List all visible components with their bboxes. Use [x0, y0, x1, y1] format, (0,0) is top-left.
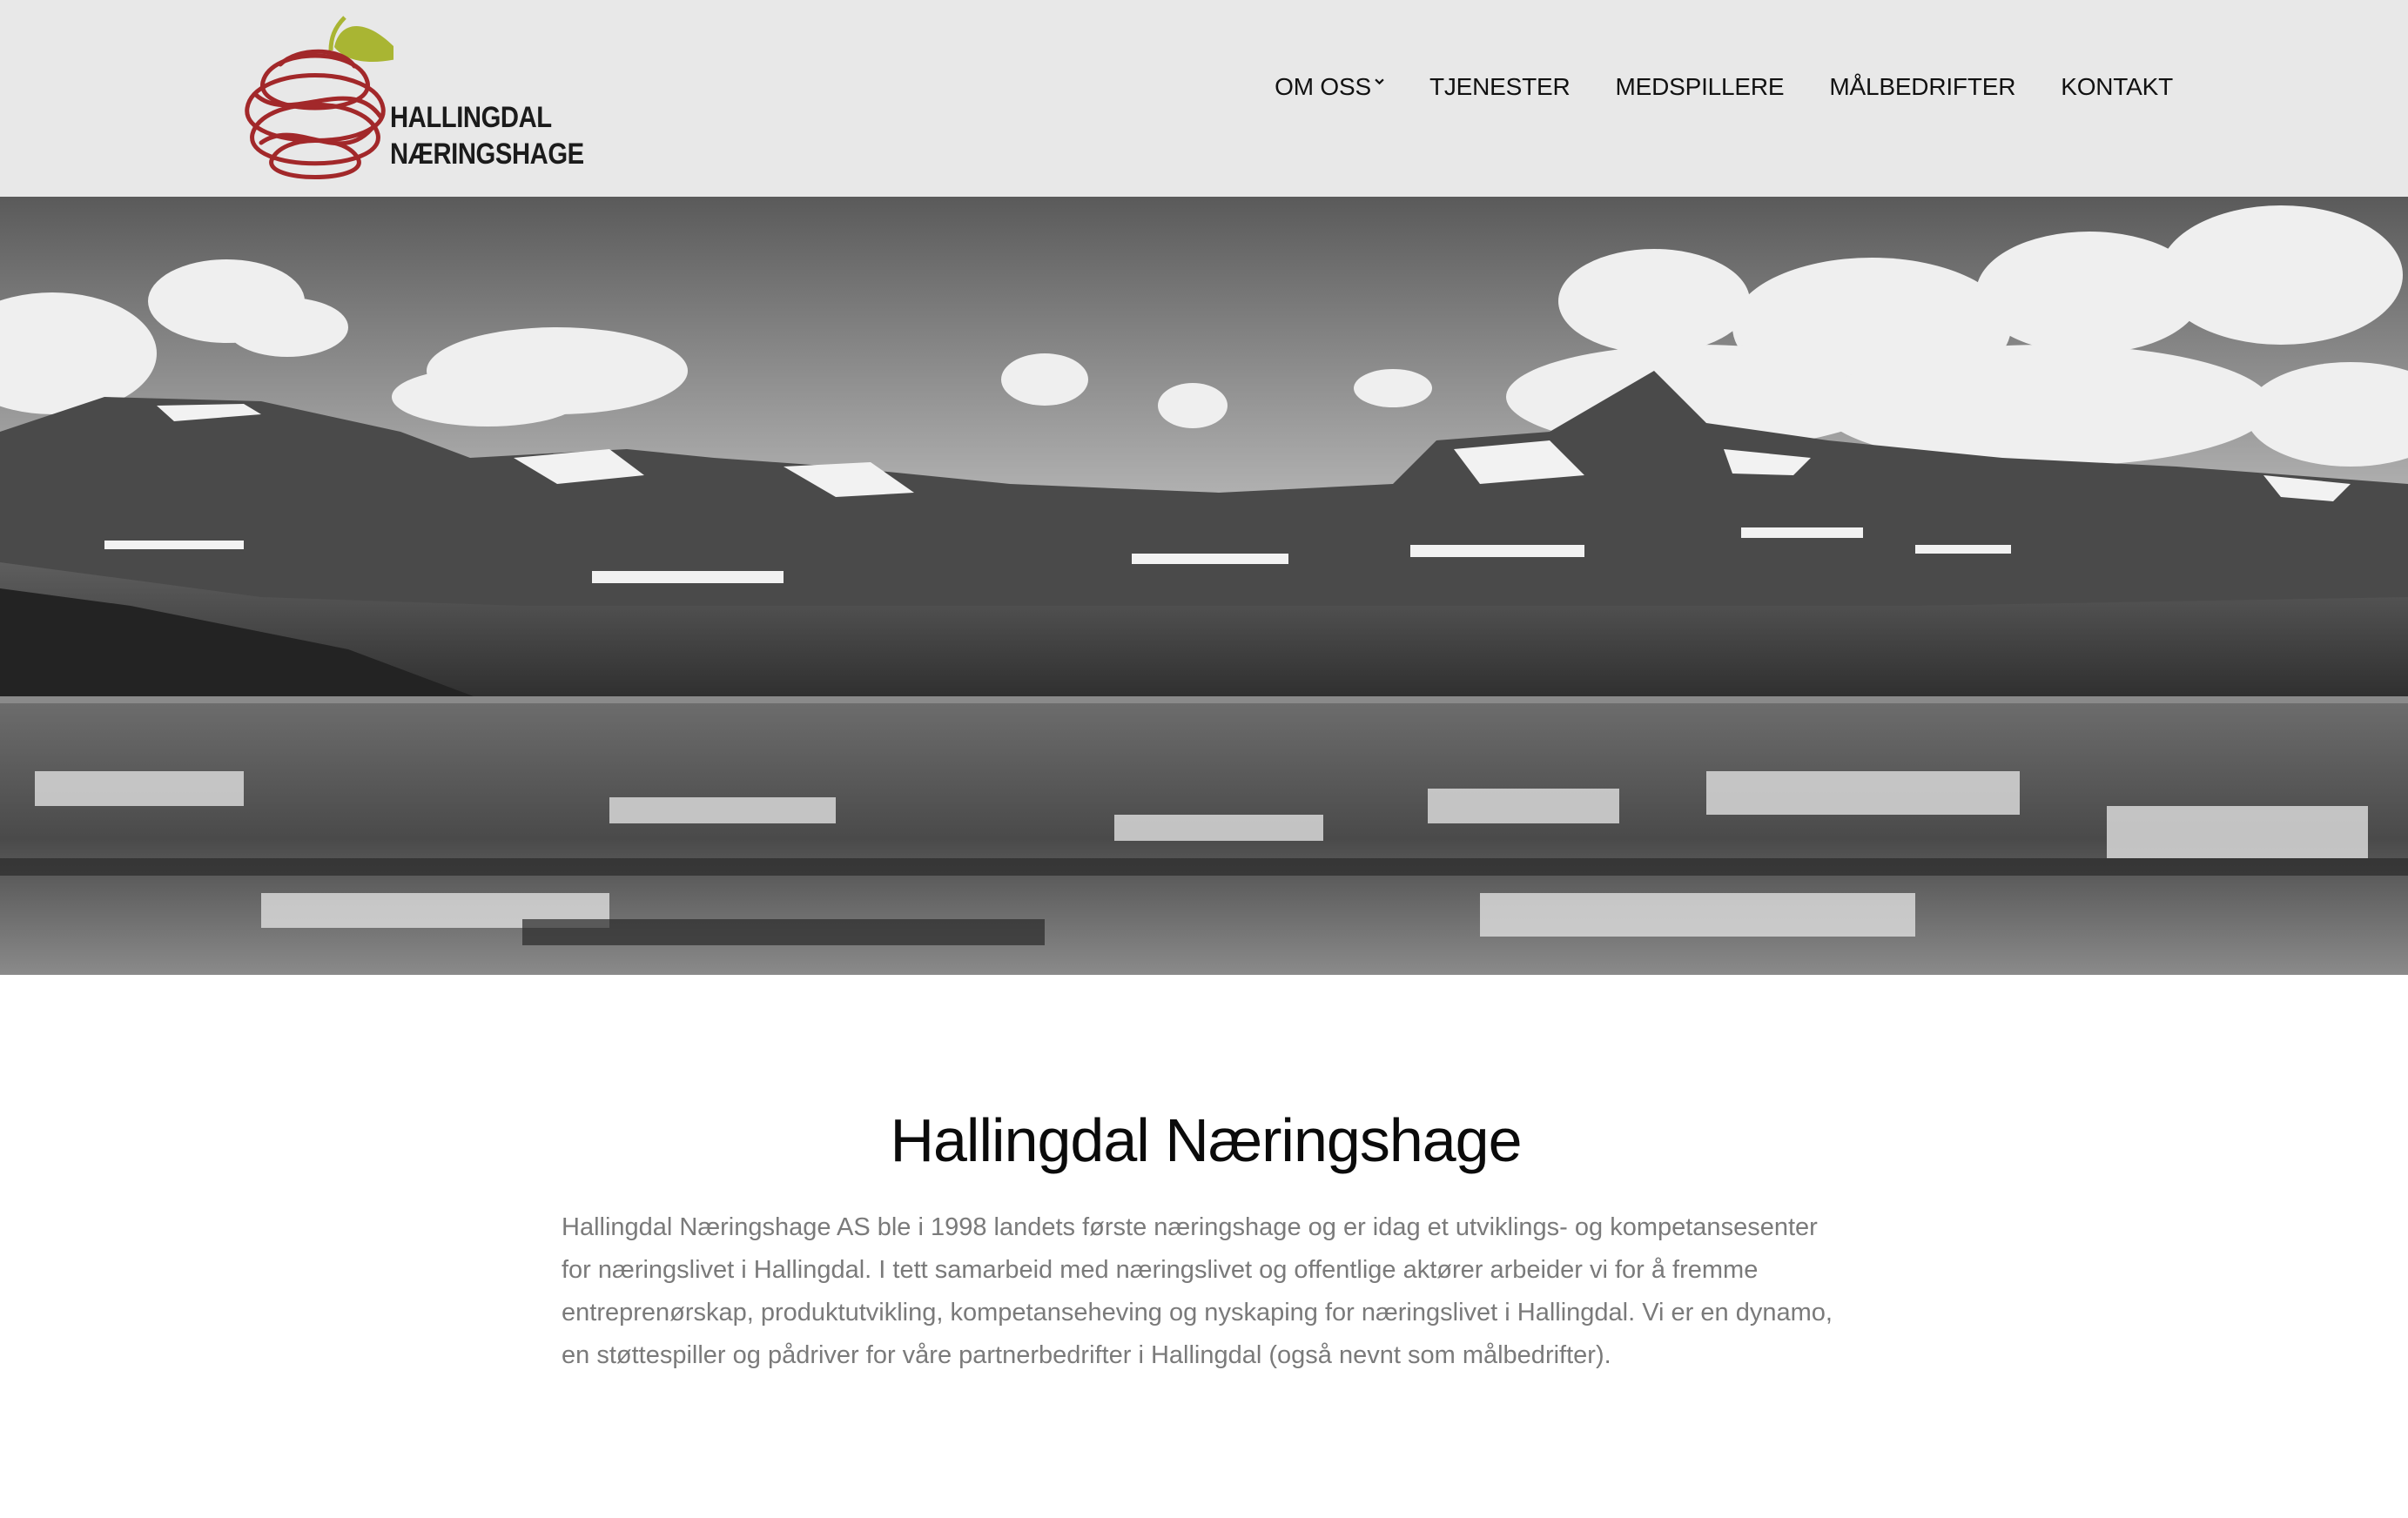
page-title: Hallingdal Næringshage: [890, 1106, 1522, 1174]
nav-item-label: MÅLBEDRIFTER: [1829, 73, 2016, 100]
logo-line-1: HALLINGDAL: [390, 101, 552, 134]
main-nav: OM OSS TJENESTER MEDSPILLERE MÅLBEDRIFTE…: [1275, 73, 2173, 101]
nav-item-label: MEDSPILLERE: [1615, 73, 1785, 100]
intro-paragraph: Hallingdal Næringshage AS ble i 1998 lan…: [562, 1213, 1833, 1369]
logo-wordmark: HALLINGDAL NÆRINGSHAGE: [390, 99, 584, 172]
nav-item-medspillere[interactable]: MEDSPILLERE: [1616, 73, 1785, 101]
main-content: Hallingdal Næringshage Hallingdal Næring…: [562, 1105, 1850, 1377]
nav-item-label: OM OSS: [1275, 73, 1371, 100]
nav-item-malbedrifter[interactable]: MÅLBEDRIFTER: [1829, 73, 2015, 101]
apple-spiral-logo-icon: [245, 16, 393, 179]
nav-item-tjenester[interactable]: TJENESTER: [1429, 73, 1571, 101]
site-header: HALLINGDAL NÆRINGSHAGE OM OSS TJENESTER …: [0, 0, 2408, 197]
hero-image: [0, 197, 2408, 975]
landscape-image: [0, 197, 2408, 975]
nav-item-om-oss[interactable]: OM OSS: [1275, 73, 1384, 101]
chevron-down-icon: [1375, 78, 1384, 84]
site-logo[interactable]: HALLINGDAL NÆRINGSHAGE: [237, 12, 584, 183]
nav-item-label: TJENESTER: [1429, 73, 1571, 100]
nav-item-kontakt[interactable]: KONTAKT: [2061, 73, 2173, 101]
logo-line-2: NÆRINGSHAGE: [390, 138, 584, 171]
nav-item-label: KONTAKT: [2061, 73, 2173, 100]
